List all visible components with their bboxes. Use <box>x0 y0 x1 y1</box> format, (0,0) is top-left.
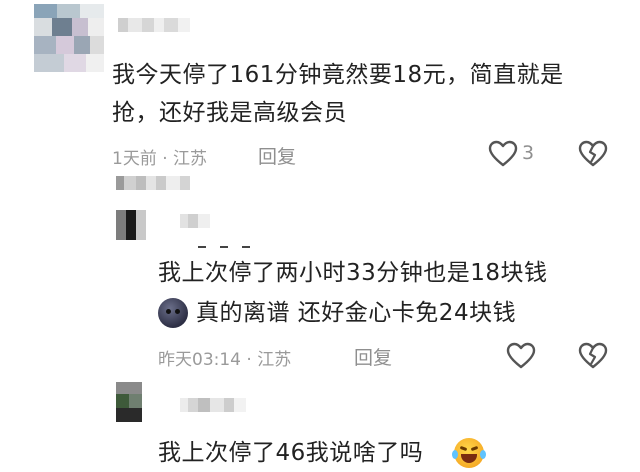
comment-text-line-1: 我上次停了两小时33分钟也是18块钱 <box>158 260 548 286</box>
comment-text-line-2: 抢，还好我是高级会员 <box>112 100 347 126</box>
laughing-crying-emoji <box>452 438 486 468</box>
username-blurred[interactable] <box>118 18 190 32</box>
comment-text-line-1: 我今天停了161分钟竟然要18元，简直就是 <box>112 62 564 88</box>
username-blurred[interactable] <box>180 214 210 228</box>
reply-button[interactable]: 回复 <box>258 142 296 169</box>
broken-heart-icon[interactable] <box>578 342 608 370</box>
heart-outline-icon[interactable] <box>488 140 518 168</box>
comment-meta: 昨天03:14 · 江苏 <box>158 350 292 370</box>
avatar[interactable] <box>116 210 146 240</box>
divider <box>198 246 260 248</box>
heart-outline-icon[interactable] <box>506 342 536 370</box>
dark-face-emoji <box>158 298 188 328</box>
avatar[interactable] <box>116 382 142 422</box>
username-blurred[interactable] <box>116 176 190 190</box>
like-count: 3 <box>522 142 535 164</box>
broken-heart-icon[interactable] <box>578 140 608 168</box>
avatar[interactable] <box>34 4 104 72</box>
comment-meta: 1天前 · 江苏 <box>112 149 208 169</box>
username-blurred[interactable] <box>180 398 246 412</box>
reply-button[interactable]: 回复 <box>354 343 392 370</box>
comment-text-line-2: 真的离谱 还好金心卡免24块钱 <box>196 300 517 326</box>
comment-text-line-1: 我上次停了46我说啥了吗 <box>158 440 424 466</box>
